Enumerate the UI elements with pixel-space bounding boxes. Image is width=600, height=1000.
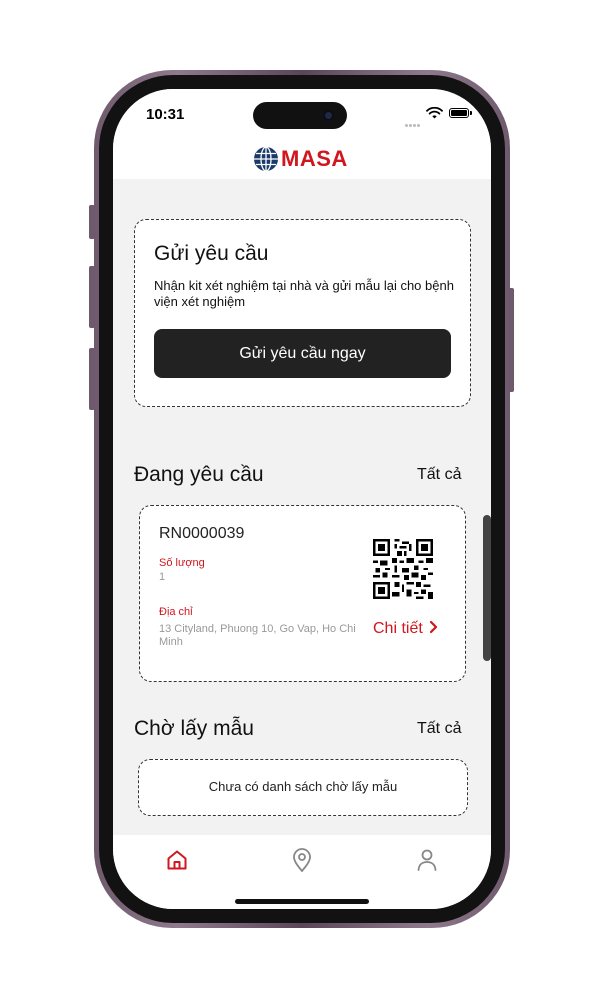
signal-dots-icon	[405, 114, 423, 127]
bottom-tab-bar	[113, 835, 491, 909]
detail-link[interactable]: Chi tiết	[373, 620, 440, 638]
scrollbar-thumb[interactable]	[483, 515, 491, 661]
request-card-description: Nhận kit xét nghiệm tại nhà và gửi mẫu l…	[154, 278, 454, 309]
address-value: 13 Cityland, Phuong 10, Go Vap, Ho Chi M…	[159, 623, 356, 648]
app-screen: 10:31 MASA Gửi yêu cầu Nhận kit xét nghi…	[113, 89, 491, 909]
chevron-right-icon	[429, 620, 437, 634]
side-button-mute	[89, 205, 95, 239]
dynamic-island	[253, 102, 347, 129]
quantity-label: Số lượng	[159, 557, 205, 569]
pending-see-all-link[interactable]: Tất cả	[417, 466, 461, 484]
main-content: Gửi yêu cầu Nhận kit xét nghiệm tại nhà …	[113, 179, 491, 835]
detail-label: Chi tiết	[373, 620, 423, 637]
address-label: Địa chỉ	[159, 606, 193, 618]
status-time: 10:31	[146, 106, 185, 123]
request-card-title: Gửi yêu cầu	[154, 242, 269, 265]
waiting-empty-card: Chưa có danh sách chờ lấy mẫu	[138, 759, 468, 816]
side-button-power	[508, 288, 514, 392]
pending-request-card[interactable]: RN0000039 Số lượng 1 Địa chỉ 13 Cityland…	[139, 505, 466, 682]
side-button-volume-up	[89, 266, 95, 328]
request-card: Gửi yêu cầu Nhận kit xét nghiệm tại nhà …	[134, 219, 471, 407]
send-request-button[interactable]: Gửi yêu cầu ngay	[154, 329, 451, 378]
battery-icon	[449, 108, 472, 118]
pending-section-title: Đang yêu cầu	[134, 463, 264, 486]
request-code: RN0000039	[159, 525, 245, 542]
status-bar: 10:31	[113, 89, 491, 139]
tab-home[interactable]	[162, 845, 192, 875]
camera-icon	[323, 110, 334, 121]
wifi-icon	[426, 107, 443, 119]
tab-profile[interactable]	[412, 845, 442, 875]
location-pin-icon	[293, 848, 311, 872]
qr-code-icon	[373, 539, 433, 599]
home-indicator	[235, 899, 369, 904]
waiting-see-all-link[interactable]: Tất cả	[417, 720, 461, 738]
masa-logo: MASA	[253, 145, 348, 173]
logo-text: MASA	[281, 146, 348, 171]
waiting-empty-text: Chưa có danh sách chờ lấy mẫu	[208, 779, 398, 794]
globe-icon	[254, 146, 278, 172]
tab-location[interactable]	[287, 845, 317, 875]
user-icon	[417, 849, 437, 871]
quantity-value: 1	[159, 571, 166, 583]
home-icon	[167, 850, 187, 870]
waiting-section-title: Chờ lấy mẫu	[134, 717, 254, 740]
app-header: MASA	[113, 139, 491, 179]
side-button-volume-down	[89, 348, 95, 410]
